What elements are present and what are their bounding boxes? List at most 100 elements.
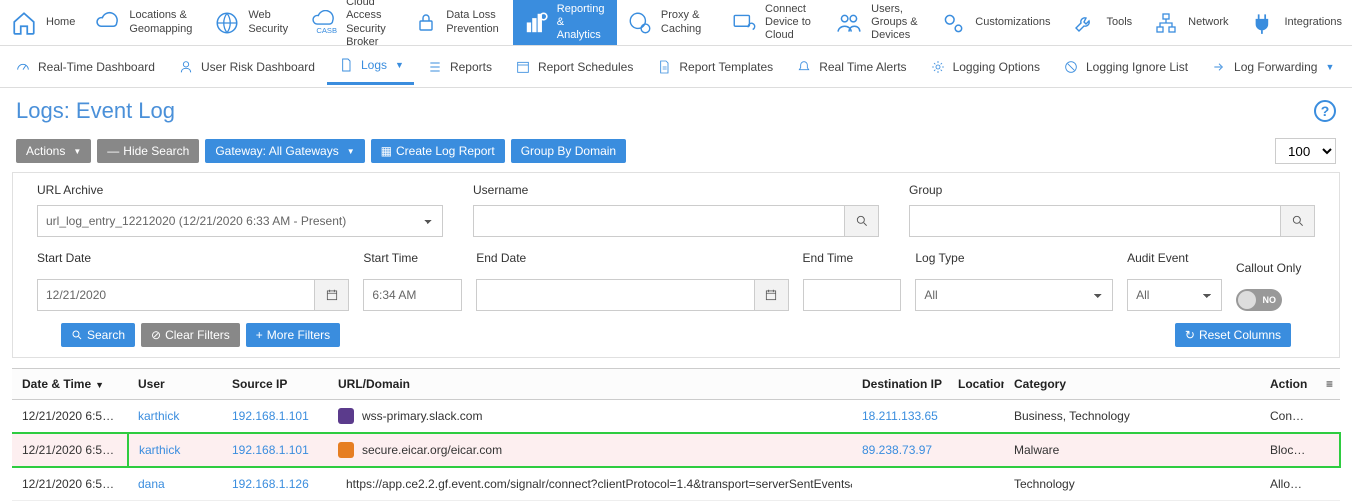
- bell-icon: [795, 58, 813, 76]
- nav-reporting[interactable]: Reporting & Analytics: [513, 0, 617, 45]
- cell-url[interactable]: secure.eicar.org/eicar.com: [328, 433, 852, 467]
- table-row[interactable]: 12/21/2020 6:53 PMdana192.168.1.126https…: [12, 467, 1340, 501]
- username-input[interactable]: [473, 205, 845, 237]
- cell-spacer: [1316, 400, 1340, 434]
- toggle-knob: [1238, 291, 1256, 309]
- cell-user[interactable]: karthick: [128, 433, 222, 467]
- nav-home[interactable]: Home: [0, 0, 85, 45]
- cell-user[interactable]: dana: [128, 467, 222, 501]
- forward-icon: [1210, 58, 1228, 76]
- username-search-button[interactable]: [845, 205, 879, 237]
- start-time-input[interactable]: [363, 279, 462, 311]
- url-archive-label: URL Archive: [37, 183, 443, 197]
- callout-only-toggle[interactable]: NO: [1236, 289, 1282, 311]
- nav-web-security[interactable]: Web Security: [204, 0, 300, 45]
- nav-proxy[interactable]: Proxy & Caching: [617, 0, 721, 45]
- subnav-logging-ignore[interactable]: Logging Ignore List: [1052, 50, 1198, 84]
- ignore-icon: [1062, 58, 1080, 76]
- start-date-input[interactable]: [37, 279, 315, 311]
- nav-network[interactable]: Network: [1142, 0, 1238, 45]
- cell-source-ip[interactable]: 192.168.1.101: [222, 433, 328, 467]
- url-archive-select[interactable]: url_log_entry_12212020 (12/21/2020 6:33 …: [37, 205, 443, 237]
- actions-button[interactable]: Actions: [16, 139, 91, 163]
- caret-down-icon: ▼: [1325, 62, 1334, 72]
- col-menu[interactable]: ≡: [1316, 369, 1340, 400]
- table-row[interactable]: 12/21/2020 6:54 PMkarthick192.168.1.101w…: [12, 400, 1340, 434]
- subnav-logs[interactable]: Logs▼: [327, 48, 414, 85]
- subnav-report-templates[interactable]: Report Templates: [645, 50, 783, 84]
- calendar-icon: [764, 288, 778, 302]
- col-action[interactable]: Action: [1260, 369, 1316, 400]
- end-time-input[interactable]: [803, 279, 902, 311]
- cell-dest-ip[interactable]: 89.238.73.97: [852, 433, 948, 467]
- col-source-ip[interactable]: Source IP: [222, 369, 328, 400]
- subnav-log-forwarding[interactable]: Log Forwarding▼: [1200, 50, 1344, 84]
- group-input[interactable]: [909, 205, 1281, 237]
- subnav-user-risk[interactable]: User Risk Dashboard: [167, 50, 325, 84]
- cell-source-ip[interactable]: 192.168.1.126: [222, 467, 328, 501]
- cell-dest-ip[interactable]: [852, 467, 948, 501]
- globe-gear-icon: [627, 9, 653, 37]
- search-button[interactable]: Search: [61, 323, 135, 347]
- start-date-picker-button[interactable]: [315, 279, 349, 311]
- cell-dest-ip[interactable]: 18.211.133.65: [852, 400, 948, 434]
- end-date-picker-button[interactable]: [755, 279, 789, 311]
- hide-search-button[interactable]: —Hide Search: [97, 139, 199, 163]
- col-datetime[interactable]: Date & Time▼: [12, 369, 128, 400]
- document-icon: ▦: [381, 144, 392, 158]
- reset-columns-button[interactable]: ↻Reset Columns: [1175, 323, 1291, 347]
- clear-filters-button[interactable]: ⊘Clear Filters: [141, 323, 240, 347]
- col-user[interactable]: User: [128, 369, 222, 400]
- subnav-reporting-settings[interactable]: Reporting Settings: [1346, 50, 1352, 84]
- caret-down-icon: ▼: [395, 60, 404, 70]
- cell-category: Business, Technology: [1004, 400, 1260, 434]
- help-icon[interactable]: ?: [1314, 100, 1336, 122]
- table-row[interactable]: 12/21/2020 6:54 PMkarthick192.168.1.101s…: [12, 433, 1340, 467]
- end-date-label: End Date: [476, 251, 788, 265]
- cell-action: Connect Req: [1260, 400, 1316, 434]
- subnav-logging-options[interactable]: Logging Options: [919, 50, 1050, 84]
- device-cloud-icon: [731, 9, 757, 37]
- subnav-realtime-dashboard[interactable]: Real-Time Dashboard: [4, 50, 165, 84]
- network-icon: [1152, 9, 1180, 37]
- home-icon: [10, 9, 38, 37]
- cell-spacer: [1316, 433, 1340, 467]
- cell-datetime: 12/21/2020 6:54 PM: [12, 400, 128, 434]
- col-url-domain[interactable]: URL/Domain: [328, 369, 852, 400]
- cell-source-ip[interactable]: 192.168.1.101: [222, 400, 328, 434]
- nav-users[interactable]: Users, Groups & Devices: [825, 0, 929, 45]
- col-destination-ip[interactable]: Destination IP: [852, 369, 948, 400]
- nav-connect-device[interactable]: Connect Device to Cloud: [721, 0, 825, 45]
- cell-url[interactable]: https://app.ce2.2.gf.event.com/signalr/c…: [328, 467, 852, 501]
- page-size-select[interactable]: 100: [1275, 138, 1336, 164]
- subnav-realtime-alerts[interactable]: Real Time Alerts: [785, 50, 916, 84]
- cell-user[interactable]: karthick: [128, 400, 222, 434]
- group-search-button[interactable]: [1281, 205, 1315, 237]
- wrench-icon: [1070, 9, 1098, 37]
- nav-casb[interactable]: CASB Cloud Access Security Broker: [300, 0, 404, 45]
- chart-icon: [523, 9, 549, 37]
- subnav-report-schedules[interactable]: Report Schedules: [504, 50, 643, 84]
- col-category[interactable]: Category: [1004, 369, 1260, 400]
- more-filters-button[interactable]: +More Filters: [246, 323, 340, 347]
- gateway-button[interactable]: Gateway: All Gateways: [205, 139, 364, 163]
- list-icon: [426, 58, 444, 76]
- group-by-domain-button[interactable]: Group By Domain: [511, 139, 626, 163]
- cell-url[interactable]: wss-primary.slack.com: [328, 400, 852, 434]
- nav-customizations[interactable]: Customizations: [929, 0, 1060, 45]
- cell-datetime: 12/21/2020 6:53 PM: [12, 467, 128, 501]
- nav-integrations[interactable]: Integrations: [1239, 0, 1352, 45]
- calendar-icon: [514, 58, 532, 76]
- page-header: Logs: Event Log ?: [0, 88, 1352, 138]
- log-type-select[interactable]: All: [915, 279, 1113, 311]
- filters-panel: URL Archive url_log_entry_12212020 (12/2…: [12, 172, 1340, 358]
- end-date-input[interactable]: [476, 279, 754, 311]
- nav-dlp[interactable]: Data Loss Prevention: [404, 0, 513, 45]
- col-location[interactable]: Location: [948, 369, 1004, 400]
- nav-locations[interactable]: Locations & Geomapping: [85, 0, 204, 45]
- subnav-reports[interactable]: Reports: [416, 50, 502, 84]
- favicon-icon: [338, 408, 354, 424]
- audit-event-select[interactable]: All: [1127, 279, 1222, 311]
- create-log-report-button[interactable]: ▦Create Log Report: [371, 139, 505, 163]
- nav-tools[interactable]: Tools: [1060, 0, 1142, 45]
